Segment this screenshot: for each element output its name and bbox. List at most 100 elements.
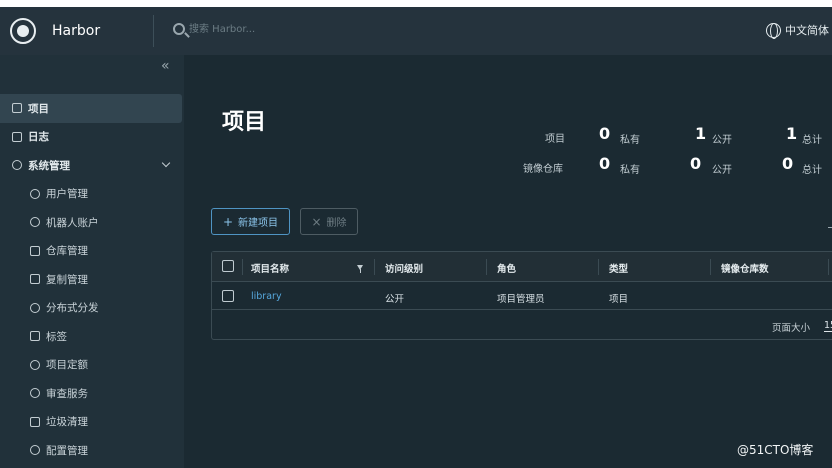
sidebar-item-label: 用户管理	[46, 188, 88, 201]
sidebar-item-label: 审查服务	[46, 387, 88, 400]
sidebar-item-label: 仓库管理	[46, 245, 88, 258]
column-separator	[374, 259, 375, 275]
sidebar-item-garbage-collection[interactable]: 垃圾清理	[0, 408, 184, 437]
sidebar-item-labels[interactable]: 标签	[0, 322, 184, 351]
registry-icon	[30, 245, 40, 256]
column-header-type[interactable]: 类型	[609, 261, 628, 275]
top-strip	[0, 0, 832, 7]
project-name-link[interactable]: library	[251, 291, 282, 302]
sidebar-item-label: 项目	[28, 102, 49, 115]
sidebar-item-logs[interactable]: 日志	[0, 123, 184, 152]
sidebar-item-label: 日志	[28, 131, 49, 144]
table-footer: 页面大小 15	[212, 310, 832, 340]
stats-repos-public-count: 0	[690, 154, 702, 173]
sidebar-item-robot-accounts[interactable]: 机器人账户	[0, 208, 184, 237]
projects-table: 项目名称 访问级别 角色 类型 镜像仓库数 library 公开 项目管理员 项…	[211, 251, 832, 340]
table-row[interactable]: library 公开 项目管理员 项目	[212, 282, 832, 310]
plus-icon: +	[222, 214, 234, 229]
delete-label: 删除	[326, 218, 347, 229]
toolbar-more-indicator	[828, 227, 832, 228]
stats-repos-total-count: 0	[782, 154, 794, 173]
stats-repos-private-count: 0	[599, 154, 611, 173]
app-header: Harbor 中文简体	[0, 7, 832, 55]
stats-projects-private-count: 0	[599, 124, 611, 143]
new-project-button[interactable]: + 新建项目	[211, 208, 290, 235]
sidebar-nav: 项目 日志 系统管理 用户管理 机器人账户 仓库管理 复制管理 分布式分发 标签…	[0, 94, 184, 465]
column-separator	[242, 259, 243, 275]
collapse-sidebar-icon[interactable]: «	[161, 58, 170, 74]
sidebar-item-label: 复制管理	[46, 273, 88, 286]
sidebar-item-interrogation-services[interactable]: 审查服务	[0, 379, 184, 408]
sidebar-item-label: 垃圾清理	[46, 416, 88, 429]
filter-icon[interactable]	[357, 265, 363, 273]
sidebar: « 项目 日志 系统管理 用户管理 机器人账户 仓库管理 复制管理 分布式分发 …	[0, 55, 184, 468]
watermark: @51CTO博客	[737, 443, 814, 457]
column-header-project-name[interactable]: 项目名称	[251, 261, 289, 275]
sidebar-item-configuration[interactable]: 配置管理	[0, 436, 184, 465]
stats-total-label: 总计	[802, 165, 822, 176]
sidebar-item-registries[interactable]: 仓库管理	[0, 237, 184, 266]
stats-projects-total-count: 1	[786, 124, 798, 143]
page-size-select[interactable]: 15	[824, 320, 832, 332]
close-icon: ×	[311, 214, 322, 229]
language-switcher[interactable]: 中文简体	[766, 22, 829, 39]
sidebar-item-label: 配置管理	[46, 444, 88, 457]
share-icon	[30, 302, 40, 313]
row-checkbox[interactable]	[222, 290, 234, 302]
column-header-access-level[interactable]: 访问级别	[385, 261, 423, 275]
trash-icon	[30, 416, 40, 427]
column-header-role[interactable]: 角色	[497, 261, 516, 275]
projects-icon	[12, 103, 22, 114]
brand-name[interactable]: Harbor	[52, 23, 100, 39]
sidebar-item-administration[interactable]: 系统管理	[0, 151, 184, 180]
robot-icon	[30, 217, 40, 228]
chevron-down-icon[interactable]	[161, 158, 171, 168]
column-separator	[486, 259, 487, 275]
admin-icon	[12, 160, 22, 171]
stats-public-label: 公开	[712, 135, 732, 146]
users-icon	[30, 188, 40, 199]
stats-projects-label: 项目	[545, 134, 565, 145]
table-header: 项目名称 访问级别 角色 类型 镜像仓库数	[212, 252, 832, 282]
sidebar-item-project-quotas[interactable]: 项目定额	[0, 351, 184, 380]
shield-icon	[30, 388, 40, 399]
sidebar-item-label: 系统管理	[28, 159, 70, 172]
main-content: 项目 项目 0 私有 1 公开 1 总计 镜像仓库 0 私有 0 公开 0 总计…	[184, 55, 832, 468]
page-size-label: 页面大小	[772, 323, 811, 334]
stats-public-label: 公开	[712, 165, 732, 176]
column-separator	[828, 259, 829, 275]
column-header-repo-count[interactable]: 镜像仓库数	[721, 261, 769, 275]
project-access-level: 公开	[385, 294, 405, 305]
column-separator	[598, 259, 599, 275]
delete-button[interactable]: × 删除	[300, 208, 358, 235]
stats-projects-public-count: 1	[695, 124, 707, 143]
stats-private-label: 私有	[620, 165, 640, 176]
new-project-label: 新建项目	[238, 218, 279, 229]
project-role: 项目管理员	[497, 294, 545, 305]
replication-icon	[30, 274, 40, 285]
search-box[interactable]	[173, 21, 329, 37]
search-icon	[173, 23, 185, 35]
select-all-checkbox[interactable]	[222, 260, 234, 272]
quota-icon	[30, 359, 40, 370]
globe-icon	[766, 22, 781, 39]
stats-repos-label: 镜像仓库	[523, 164, 563, 175]
sidebar-item-label: 项目定额	[46, 359, 88, 372]
harbor-logo-icon[interactable]	[10, 18, 36, 44]
sidebar-item-label: 分布式分发	[46, 302, 99, 315]
project-type: 项目	[609, 294, 629, 305]
sidebar-item-users[interactable]: 用户管理	[0, 180, 184, 209]
stats-private-label: 私有	[620, 135, 640, 146]
log-icon	[12, 131, 22, 142]
column-separator	[710, 259, 711, 275]
search-input[interactable]	[189, 21, 329, 37]
sidebar-item-label: 机器人账户	[46, 216, 99, 229]
header-divider	[153, 15, 154, 47]
language-label: 中文简体	[785, 24, 829, 37]
page-title: 项目	[222, 110, 267, 135]
sidebar-item-replications[interactable]: 复制管理	[0, 265, 184, 294]
sidebar-item-label: 标签	[46, 330, 67, 343]
sidebar-item-projects[interactable]: 项目	[0, 94, 182, 123]
sidebar-item-distributions[interactable]: 分布式分发	[0, 294, 184, 323]
stats-total-label: 总计	[802, 135, 822, 146]
